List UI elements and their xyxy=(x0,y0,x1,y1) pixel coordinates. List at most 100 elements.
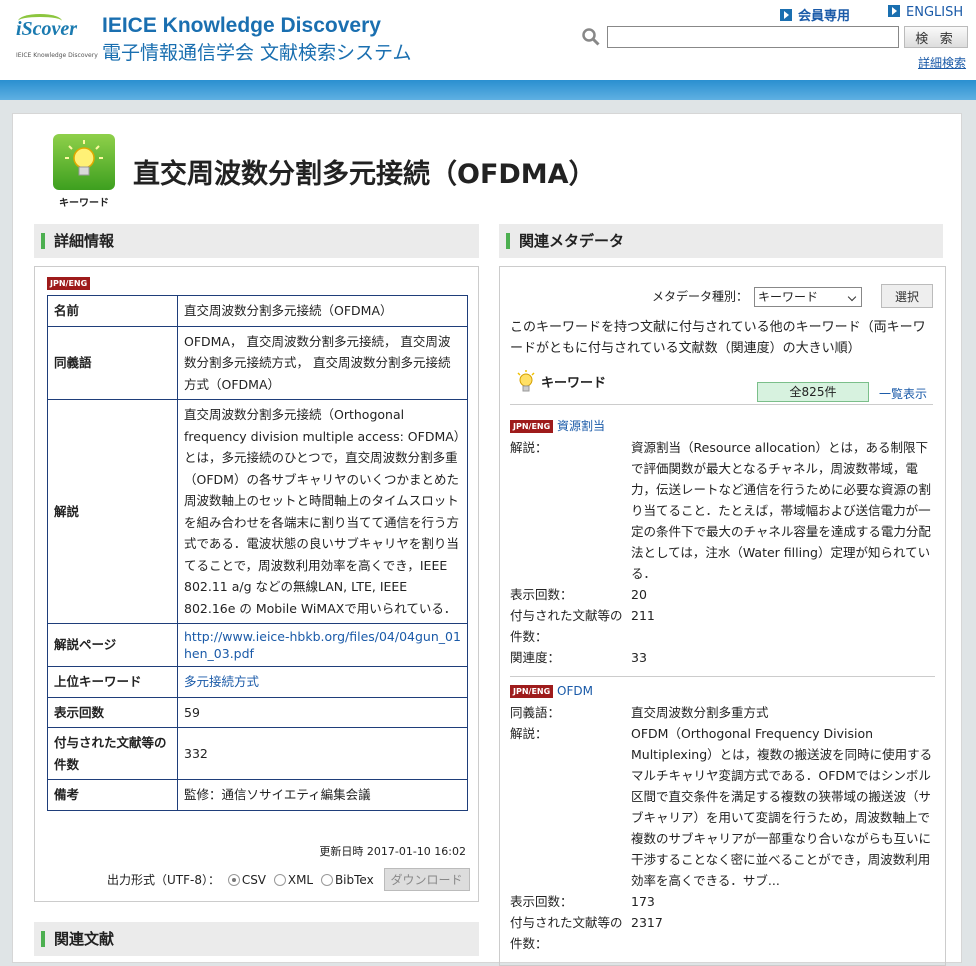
logo-subtext: IEICE Knowledge Discovery xyxy=(16,52,98,59)
download-button[interactable]: ダウンロード xyxy=(383,868,470,891)
page-title: 直交周波数分割多元接続（OFDMA） xyxy=(133,159,596,190)
entry-row: 解説： OFDM（Orthogonal Frequency Division Mu… xyxy=(510,723,935,891)
english-link-label: ENGLISH xyxy=(906,5,964,20)
metadata-type: メタデータ種別： キーワード xyxy=(652,287,863,307)
row-value: OFDMA， 直交周波数分割多元接続， 直交周波数分割多元接続方式， 直交周波数… xyxy=(177,325,468,400)
entry-header: JPN/ENG 資源割当 xyxy=(510,415,935,437)
list-item: JPN/ENG OFDM 同義語： 直交周波数分割多重方式 解説： OFDM（Ort… xyxy=(510,680,935,954)
entry-row-label: 表示回数： xyxy=(510,894,573,909)
bibtex-label: BibTex xyxy=(334,873,374,887)
member-link[interactable]: 会員専用 xyxy=(780,5,850,24)
search-button[interactable]: 検 索 xyxy=(904,26,968,48)
entry-row-label: 同義語： xyxy=(510,705,561,720)
arrow-right-icon xyxy=(888,5,900,17)
xml-label: XML xyxy=(287,873,314,887)
row-value: 多元接続方式 xyxy=(177,666,468,698)
csv-radio[interactable] xyxy=(227,874,240,886)
english-link[interactable]: ENGLISH xyxy=(888,5,963,20)
table-row: 解説ページ http://www.ieice-hbkb.org/files/04/… xyxy=(47,623,468,667)
search-icon xyxy=(582,28,600,46)
entry-row-label: 付与された文献等の件数： xyxy=(510,608,623,644)
keyword-count-badge: 全825件 xyxy=(757,382,869,402)
row-label: 解説 xyxy=(47,399,178,624)
row-value: 監修：通信ソサイエティ編集会議 xyxy=(177,779,468,811)
row-label: 付与された文献等の件数 xyxy=(47,727,178,780)
keyword-icon-caption: キーワード xyxy=(59,198,109,209)
row-value: 直交周波数分割多元接続（Orthogonal frequency divisio… xyxy=(177,399,468,624)
list-all-link[interactable]: 一覧表示 xyxy=(879,385,927,402)
brand-title: IEICE Knowledge Discovery xyxy=(102,14,381,37)
entry-row-label: 表示回数： xyxy=(510,587,573,602)
entry-row-label: 解説： xyxy=(510,440,548,455)
entry-row: 付与された文献等の件数： 2317 xyxy=(510,912,935,954)
related-docs-heading: 関連文献 xyxy=(34,922,479,956)
export-format: 出力形式（UTF-8）： CSV XML BibTex ダウンロード xyxy=(107,868,470,891)
table-row: 付与された文献等の件数 332 xyxy=(47,727,468,780)
row-value: 直交周波数分割多元接続（OFDMA） xyxy=(177,295,468,327)
row-label: 名前 xyxy=(47,295,178,327)
search-input[interactable] xyxy=(607,26,899,48)
keyword-subheading: キーワード xyxy=(515,369,606,395)
metadata-type-label: メタデータ種別： xyxy=(652,289,749,304)
metadata-description: このキーワードを持つ文献に付与されている他のキーワード（両キーワードがともに付与… xyxy=(510,320,926,356)
table-row: 上位キーワード 多元接続方式 xyxy=(47,666,468,698)
detail-heading: 詳細情報 xyxy=(34,224,479,258)
row-label: 同義語 xyxy=(47,325,178,400)
row-value: http://www.ieice-hbkb.org/files/04/04gun… xyxy=(177,623,468,667)
table-row: 備考 監修：通信ソサイエティ編集会議 xyxy=(47,779,468,811)
entry-row: 解説： 資源割当（Resource allocation）とは，ある制限下で評価関… xyxy=(510,437,935,584)
entry-row-value: 173 xyxy=(631,894,655,909)
row-label: 表示回数 xyxy=(47,696,178,728)
member-link-label: 会員専用 xyxy=(798,9,851,24)
detail-table: 名前 直交周波数分割多元接続（OFDMA） 同義語 OFDMA， 直交周波数分割多元… xyxy=(47,295,468,811)
entry-row-label: 解説： xyxy=(510,726,548,741)
row-label: 解説ページ xyxy=(47,623,178,667)
iscover-logo[interactable]: iScover IEICE Knowledge Discovery xyxy=(12,10,98,65)
format-label: 出力形式（UTF-8）： xyxy=(107,873,220,887)
main-content: キーワード 直交周波数分割多元接続（OFDMA） 詳細情報 関連メタデータ JP… xyxy=(12,113,962,966)
parent-keyword-link[interactable]: 多元接続方式 xyxy=(184,674,259,689)
jpn-eng-badge[interactable]: JPN/ENG xyxy=(47,277,91,290)
commentary-page-link[interactable]: http://www.ieice-hbkb.org/files/04/04gun… xyxy=(184,629,461,661)
table-row: 表示回数 59 xyxy=(47,696,468,728)
row-label: 上位キーワード xyxy=(47,666,178,698)
jpn-eng-badge[interactable]: JPN/ENG xyxy=(510,420,554,433)
entry-row-value: OFDM（Orthogonal Frequency Division Multi… xyxy=(631,726,933,888)
divider xyxy=(510,676,935,677)
related-metadata-heading: 関連メタデータ xyxy=(499,224,943,258)
row-value: 59 xyxy=(177,696,468,728)
entry-row-value: 33 xyxy=(631,650,647,665)
jpn-eng-badge[interactable]: JPN/ENG xyxy=(510,685,554,698)
xml-radio[interactable] xyxy=(273,874,286,886)
entry-row-value: 211 xyxy=(631,608,655,623)
entry-row-label: 付与された文献等の件数： xyxy=(510,915,623,951)
keyword-subheading-label: キーワード xyxy=(541,376,607,391)
entry-keyword-link[interactable]: OFDM xyxy=(557,684,593,698)
entry-row-value: 直交周波数分割多重方式 xyxy=(631,705,769,720)
row-value: 332 xyxy=(177,727,468,780)
entry-row: 同義語： 直交周波数分割多重方式 xyxy=(510,702,935,723)
entry-row-value: 20 xyxy=(631,587,647,602)
entry-keyword-link[interactable]: 資源割当 xyxy=(557,419,605,433)
row-label: 備考 xyxy=(47,779,178,811)
updated-timestamp: 更新日時 2017-01-10 16:02 xyxy=(319,845,466,858)
related-metadata-panel: メタデータ種別： キーワード 選択 このキーワードを持つ文献に付与されている他のキ… xyxy=(499,266,946,966)
entry-row-label: 関連度： xyxy=(510,650,561,665)
brand-subtitle: 電子情報通信学会 文献検索システム xyxy=(102,42,412,64)
metadata-type-select[interactable]: キーワード xyxy=(754,287,863,307)
arrow-right-icon xyxy=(780,9,792,21)
select-button[interactable]: 選択 xyxy=(881,284,933,308)
divider xyxy=(510,404,933,405)
table-row: 解説 直交周波数分割多元接続（Orthogonal frequency divis… xyxy=(47,399,468,624)
detail-panel: JPN/ENG 名前 直交周波数分割多元接続（OFDMA） 同義語 OFDMA， 直… xyxy=(34,266,479,902)
logo-text: iScover xyxy=(16,18,78,40)
site-header: iScover IEICE Knowledge Discovery IEICE … xyxy=(0,0,976,80)
lightbulb-icon xyxy=(517,370,535,392)
entry-row: 関連度： 33 xyxy=(510,647,935,668)
advanced-search-link[interactable]: 詳細検索 xyxy=(918,54,966,71)
list-item: JPN/ENG 資源割当 解説： 資源割当（Resource allocation… xyxy=(510,415,935,677)
entry-row-value: 2317 xyxy=(631,915,663,930)
bibtex-radio[interactable] xyxy=(320,874,333,886)
entry-row-value: 資源割当（Resource allocation）とは，ある制限下で評価関数が最… xyxy=(631,440,932,581)
table-row: 同義語 OFDMA， 直交周波数分割多元接続， 直交周波数分割多元接続方式， 直交… xyxy=(47,325,468,400)
